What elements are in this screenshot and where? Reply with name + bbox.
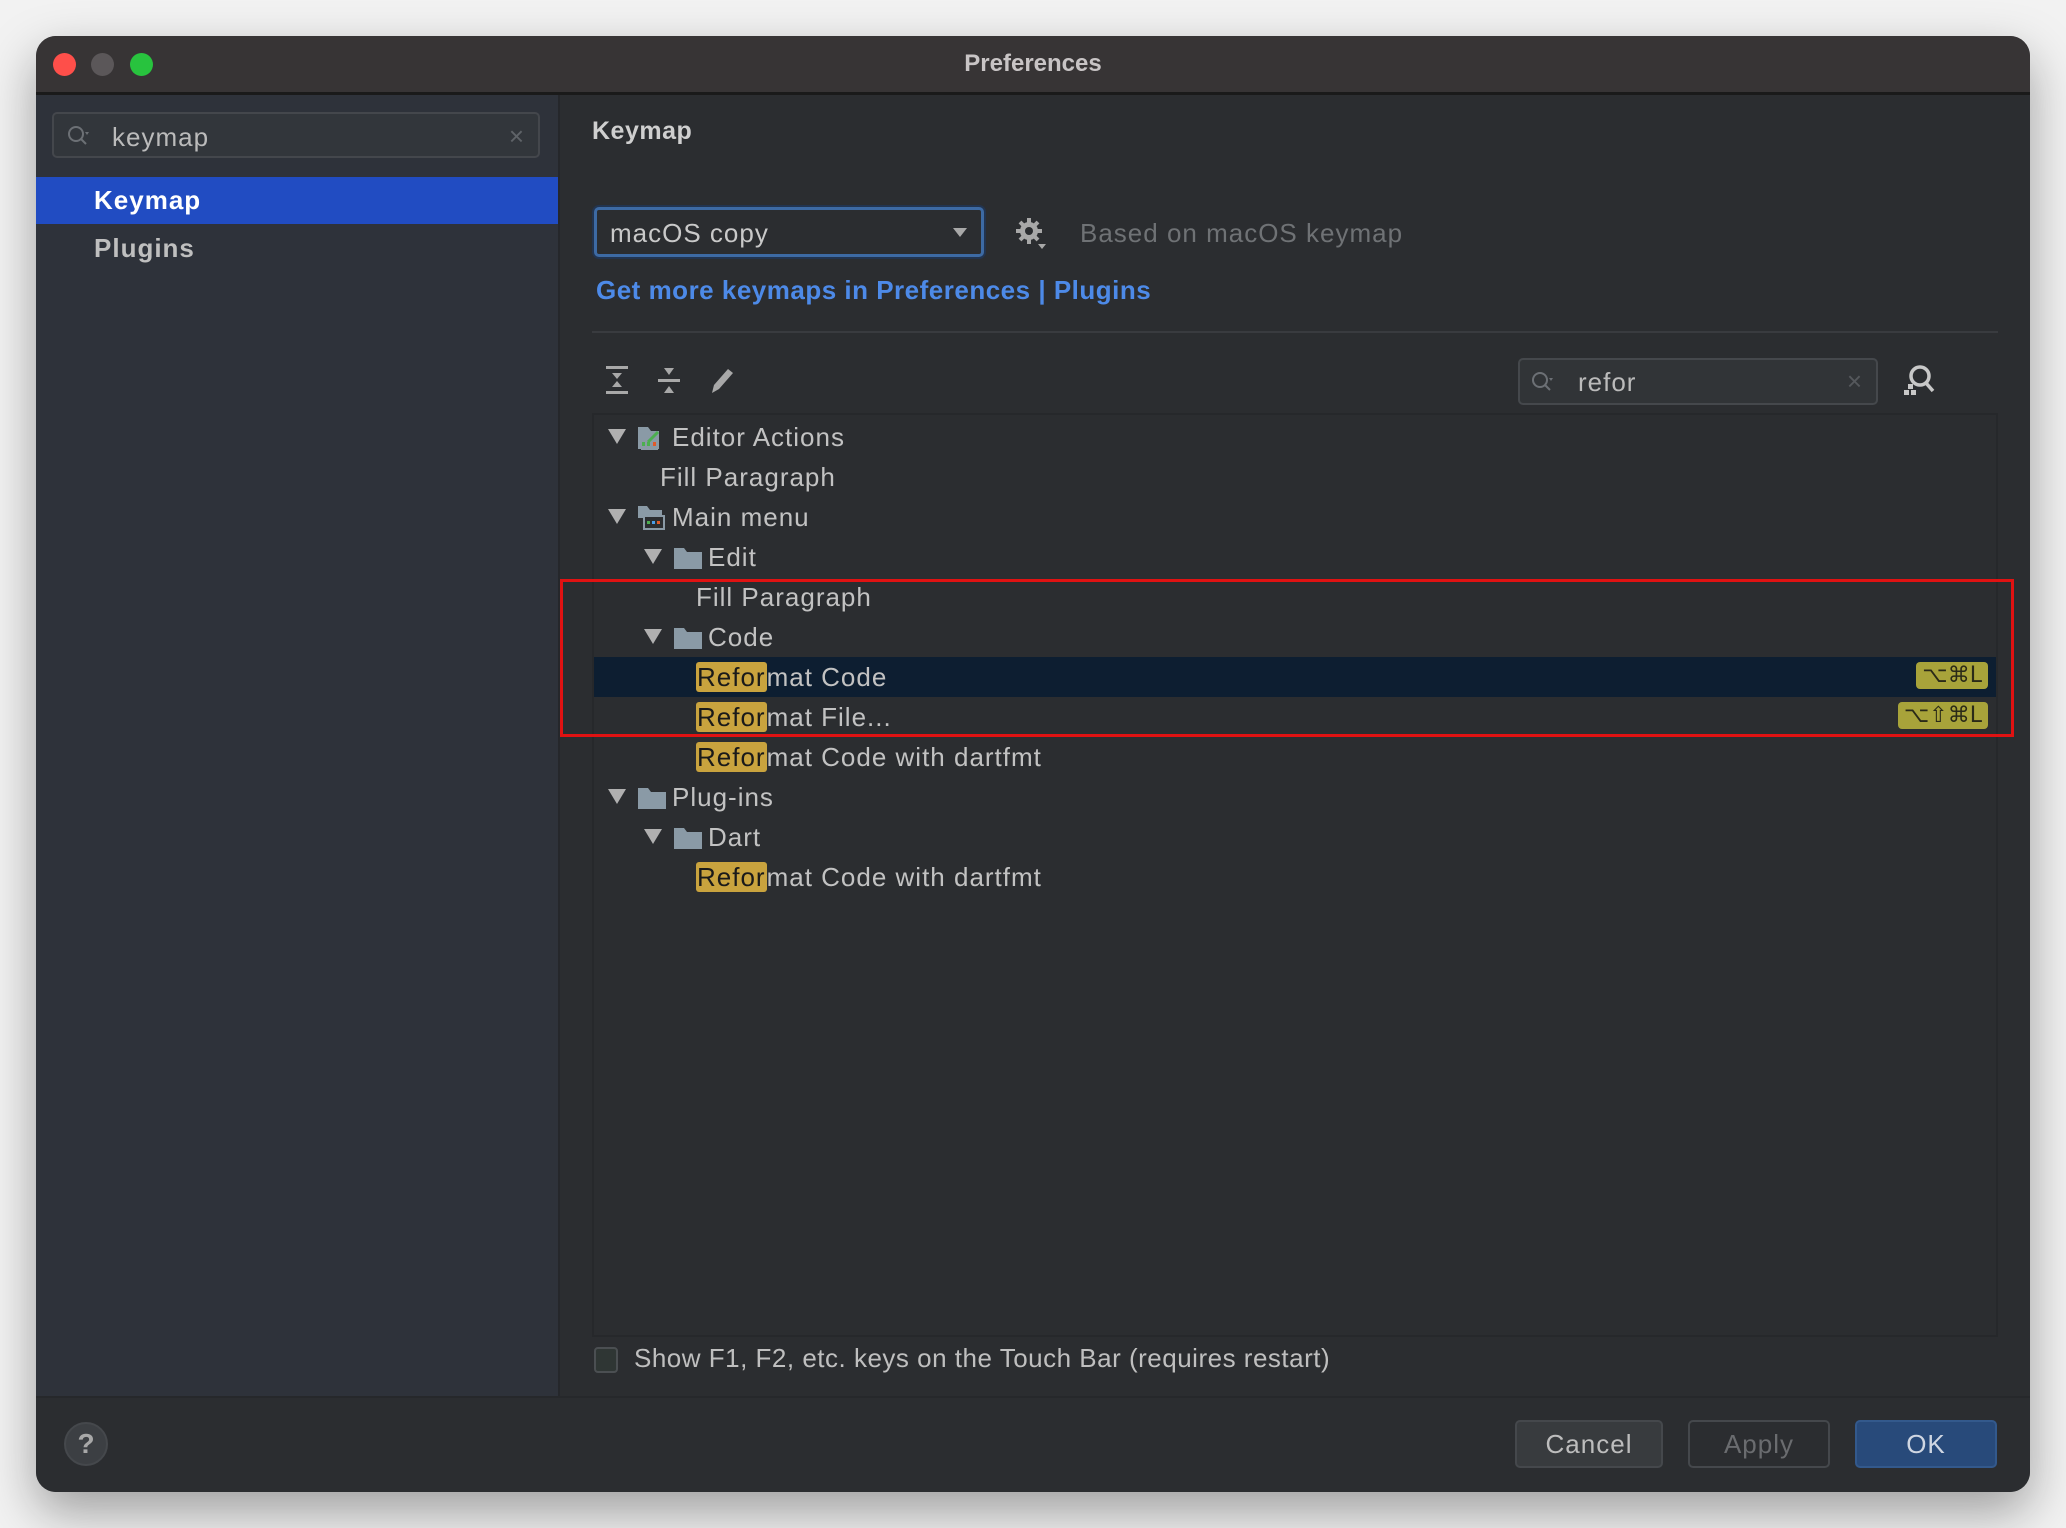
divider: [592, 331, 1998, 333]
settings-search-value: keymap: [112, 122, 210, 152]
tree-group-row[interactable]: Dart: [594, 817, 1996, 857]
tree-item-label-rest: mat Code: [766, 662, 888, 692]
tree-item-label: Main menu: [672, 502, 810, 532]
sidebar-item-plugins[interactable]: Plugins: [36, 225, 558, 272]
expand-arrow-icon[interactable]: [644, 629, 662, 644]
search-match-highlight: Refor: [696, 862, 767, 892]
tree-item-label: Reformat Code: [696, 662, 887, 693]
tree-item-label: Plug-ins: [672, 782, 774, 812]
cancel-button[interactable]: Cancel: [1515, 1420, 1663, 1468]
touchbar-checkbox[interactable]: [594, 1347, 618, 1373]
folder-icon: [672, 825, 704, 851]
tree-action-row[interactable]: Fill Paragraph: [594, 457, 1996, 497]
keymap-select[interactable]: macOS copy: [594, 207, 984, 257]
editor-actions-icon: [636, 425, 668, 451]
clear-search-icon[interactable]: ×: [509, 121, 524, 152]
tree-item-label: Code: [708, 622, 775, 652]
sidebar-item-label: Plugins: [94, 233, 195, 263]
expand-arrow-icon[interactable]: [608, 789, 626, 804]
preferences-window: Preferences keymap × Keymap Plugins Keym…: [36, 36, 2030, 1492]
touchbar-checkbox-label[interactable]: Show F1, F2, etc. keys on the Touch Bar …: [634, 1343, 1330, 1374]
collapse-all-icon[interactable]: [652, 363, 686, 397]
search-match-highlight: Refor: [696, 662, 767, 692]
tree-action-row[interactable]: Reformat Code with dartfmt: [594, 857, 1996, 897]
apply-button[interactable]: Apply: [1688, 1420, 1830, 1468]
gear-icon[interactable]: [1014, 216, 1048, 250]
search-icon: [68, 126, 89, 145]
tree-item-label-rest: mat File...: [766, 702, 892, 732]
folder-icon: [636, 785, 668, 811]
tree-item-label-rest: mat Code with dartfmt: [766, 862, 1042, 892]
based-on-text: Based on macOS keymap: [1080, 218, 1404, 248]
tree-item-label: Reformat File...: [696, 702, 892, 733]
chevron-down-icon: [953, 228, 967, 237]
tree-item-label: Editor Actions: [672, 422, 845, 452]
pencil-icon[interactable]: [704, 363, 738, 397]
tree-action-row[interactable]: Reformat Code with dartfmt: [594, 737, 1996, 777]
expand-arrow-icon[interactable]: [608, 509, 626, 524]
tree-item-label-rest: mat Code with dartfmt: [766, 742, 1042, 772]
tree-item-label: Reformat Code with dartfmt: [696, 742, 1042, 773]
expand-arrow-icon[interactable]: [644, 549, 662, 564]
expand-all-icon[interactable]: [600, 363, 634, 397]
tree-item-label: Edit: [708, 542, 757, 572]
search-match-highlight: Refor: [696, 742, 767, 772]
tree-group-row[interactable]: Edit: [594, 537, 1996, 577]
search-icon: [1532, 372, 1553, 391]
search-match-highlight: Refor: [696, 702, 767, 732]
expand-arrow-icon[interactable]: [608, 429, 626, 444]
tree-action-row[interactable]: Reformat Code ⌥⌘L: [594, 657, 1996, 697]
section-title: Keymap: [592, 117, 693, 145]
tree-item-label: Dart: [708, 822, 762, 852]
sidebar: keymap × Keymap Plugins: [36, 95, 560, 1398]
tree-action-row[interactable]: Reformat File... ⌥⇧⌘L: [594, 697, 1996, 737]
tree-item-label: Reformat Code with dartfmt: [696, 862, 1042, 893]
tree-group-row[interactable]: Editor Actions: [594, 417, 1996, 457]
keymap-tree[interactable]: Editor Actions Fill Paragraph Main menu Edi…: [592, 413, 1998, 1337]
find-by-shortcut-icon[interactable]: [1900, 362, 1938, 400]
folder-icon: [672, 545, 704, 571]
clear-search-icon[interactable]: ×: [1847, 366, 1862, 397]
window-title: Preferences: [964, 50, 1102, 77]
tree-action-row[interactable]: Fill Paragraph: [594, 577, 1996, 617]
tree-item-label: Fill Paragraph: [696, 582, 872, 612]
action-search-value: refor: [1578, 367, 1637, 397]
shortcut-badge: ⌥⇧⌘L: [1897, 702, 1988, 729]
action-search-input[interactable]: refor ×: [1518, 358, 1878, 405]
title-bar: Preferences: [36, 36, 2030, 95]
expand-arrow-icon[interactable]: [644, 829, 662, 844]
tree-group-row[interactable]: Code: [594, 617, 1996, 657]
sidebar-item-label: Keymap: [94, 185, 202, 215]
help-button[interactable]: ?: [64, 1422, 108, 1466]
ok-button[interactable]: OK: [1855, 1420, 1997, 1468]
folder-icon: [672, 625, 704, 651]
shortcut-badge: ⌥⌘L: [1916, 662, 1988, 689]
tree-group-row[interactable]: Main menu: [594, 497, 1996, 537]
tree-group-row[interactable]: Plug-ins: [594, 777, 1996, 817]
tree-item-label: Fill Paragraph: [660, 462, 836, 492]
more-keymaps-link[interactable]: Get more keymaps in Preferences | Plugin…: [596, 275, 1151, 306]
settings-search-input[interactable]: keymap ×: [52, 112, 540, 158]
main-menu-icon: [636, 505, 668, 531]
dialog-footer: ? Cancel Apply OK: [36, 1396, 2030, 1492]
keymap-select-value: macOS copy: [610, 218, 769, 248]
keymap-panel: Keymap macOS copy Based on macOS keymap …: [560, 95, 2030, 1398]
sidebar-item-keymap[interactable]: Keymap: [36, 177, 558, 224]
